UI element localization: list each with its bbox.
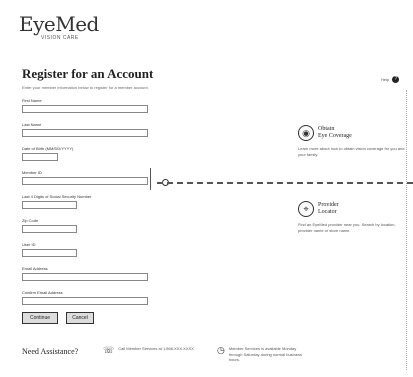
zip-group: Zip Code <box>22 218 77 233</box>
user-id-group: User ID <box>22 242 77 257</box>
obtain-coverage-card[interactable]: ◉ Obtain Eye Coverage Learn more about h… <box>298 125 410 157</box>
zip-label: Zip Code <box>22 218 39 223</box>
ssn-group: Last 4 Digits of Social Security Number <box>22 194 91 209</box>
provider-locator-title-line1: Provider <box>318 201 339 208</box>
help-label: Help <box>381 77 390 82</box>
dob-label: Date of Birth (MM/DD/YYYY) <box>22 146 74 151</box>
dob-field[interactable] <box>22 153 58 161</box>
provider-locator-title: Provider Locator <box>318 202 339 216</box>
phone-icon: ☏ <box>103 345 115 355</box>
hours-help-text: Member Services is available Monday thro… <box>228 346 303 363</box>
ssn-field[interactable] <box>22 201 77 209</box>
registration-page: EyeMed VISION CARE Register for an Accou… <box>0 0 413 377</box>
eye-icon: ◉ <box>298 125 314 141</box>
continue-button[interactable]: Continue <box>22 312 58 324</box>
first-name-label: First Name <box>22 98 42 103</box>
zip-field[interactable] <box>22 225 77 233</box>
last-name-group: Last Name <box>22 122 148 137</box>
first-name-field[interactable] <box>22 105 148 113</box>
help-link[interactable]: Help ? <box>381 76 400 83</box>
location-pin-icon: ⌖ <box>298 201 314 217</box>
member-id-label: Member ID <box>22 170 42 175</box>
obtain-coverage-title-line1: Obtain <box>318 125 335 132</box>
provider-locator-card[interactable]: ⌖ Provider Locator Find an EyeMed provid… <box>298 201 410 233</box>
divider <box>157 182 413 184</box>
confirm-email-group: Confirm Email Address <box>22 290 148 305</box>
email-label: Email Address <box>22 266 48 271</box>
intro-text: Enter your member information below to r… <box>22 85 149 90</box>
logo-wordmark: EyeMed <box>19 12 99 36</box>
phone-help-item: ☏ Call Member Services at 1.866.XXX.XXXX <box>103 346 203 355</box>
dob-group: Date of Birth (MM/DD/YYYY) <box>22 146 73 161</box>
clock-icon: ◷ <box>217 345 225 355</box>
obtain-coverage-title-line2: Eye Coverage <box>318 133 352 139</box>
obtain-coverage-head: ◉ Obtain Eye Coverage <box>298 125 410 141</box>
or-connector <box>147 168 151 190</box>
last-name-field[interactable] <box>22 129 148 137</box>
page-title: Register for an Account <box>22 66 154 81</box>
page-edge <box>406 90 407 370</box>
confirm-email-label: Confirm Email Address <box>22 290 63 295</box>
need-assistance-heading: Need Assistance? <box>22 347 79 356</box>
provider-locator-title-line2: Locator <box>318 209 337 215</box>
hours-help-item: ◷ Member Services is available Monday th… <box>217 346 309 363</box>
first-name-group: First Name <box>22 98 148 113</box>
member-id-group: Member ID <box>22 170 148 185</box>
obtain-coverage-text: Learn more about how to obtain vision co… <box>298 146 405 157</box>
user-id-field[interactable] <box>22 249 77 257</box>
eyemed-logo[interactable]: EyeMed VISION CARE <box>19 14 99 41</box>
email-group: Email Address <box>22 266 148 281</box>
user-id-label: User ID <box>22 242 36 247</box>
provider-locator-head: ⌖ Provider Locator <box>298 201 410 217</box>
cancel-button[interactable]: Cancel <box>66 312 94 324</box>
provider-locator-text: Find an EyeMed provider near you. Search… <box>298 222 396 233</box>
email-field[interactable] <box>22 273 148 281</box>
phone-help-text: Call Member Services at 1.866.XXX.XXXX <box>118 346 194 351</box>
ssn-label: Last 4 Digits of Social Security Number <box>22 194 92 199</box>
obtain-coverage-title: Obtain Eye Coverage <box>318 126 352 140</box>
confirm-email-field[interactable] <box>22 297 148 305</box>
last-name-label: Last Name <box>22 122 42 127</box>
member-id-field[interactable] <box>22 177 148 185</box>
help-icon: ? <box>392 76 400 83</box>
